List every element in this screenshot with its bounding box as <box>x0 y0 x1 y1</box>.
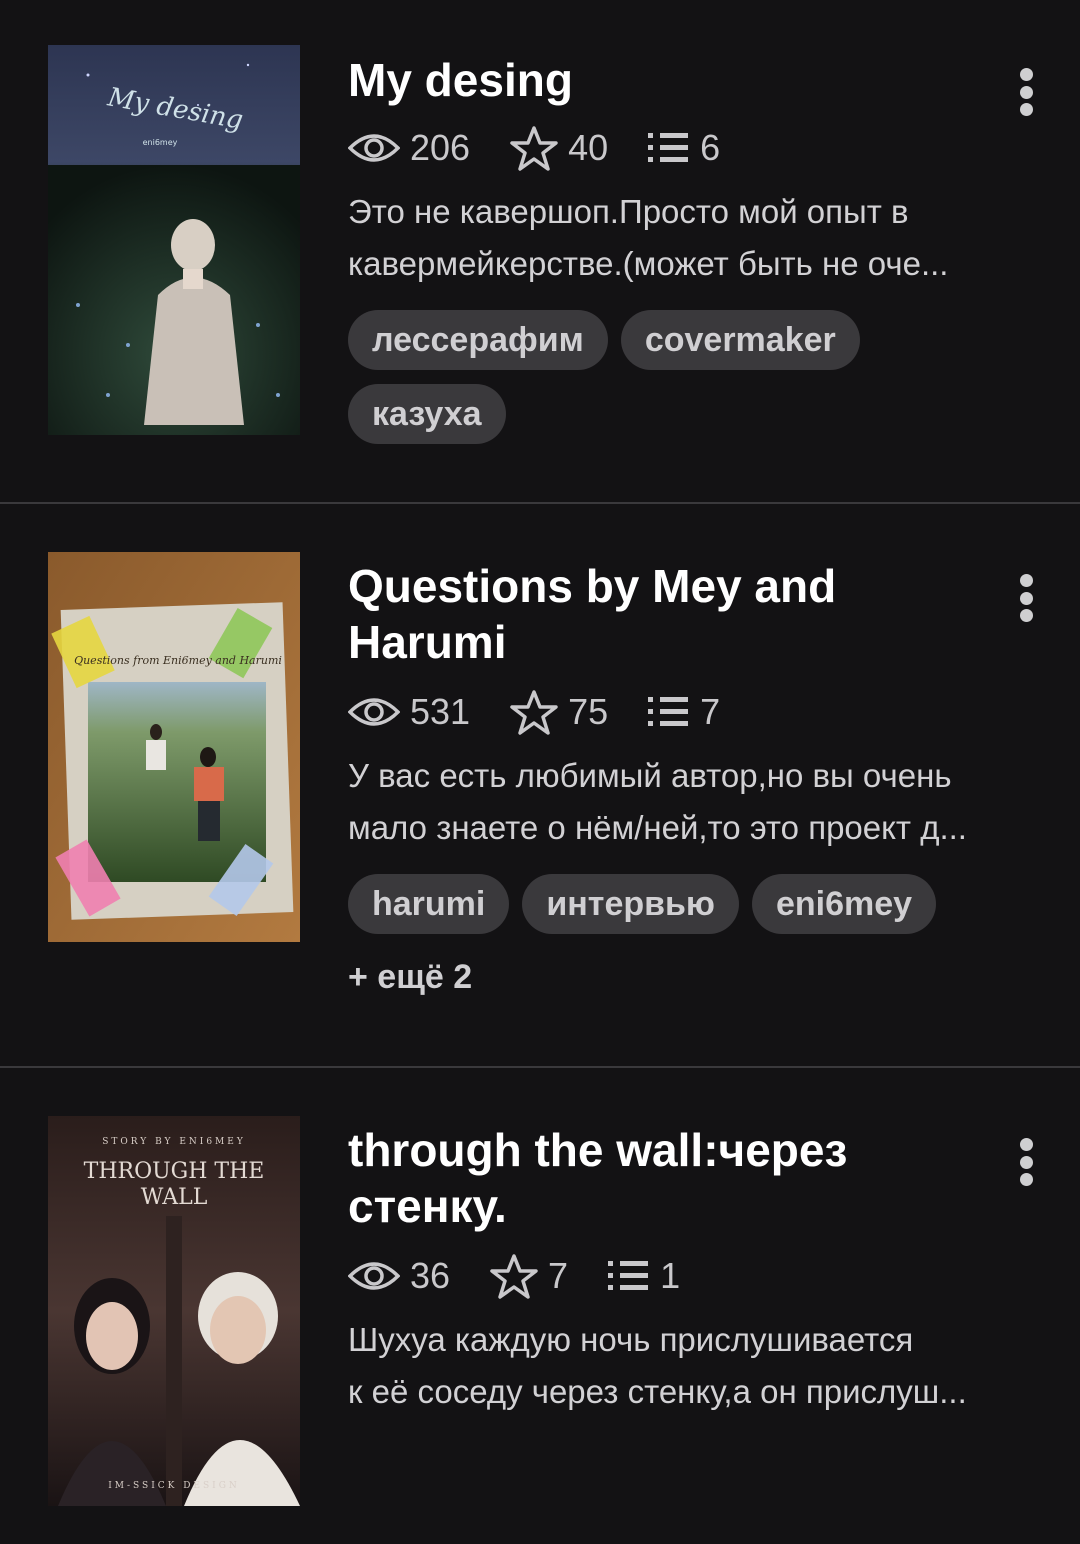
more-options-button[interactable] <box>1006 568 1046 628</box>
more-options-button[interactable] <box>1006 62 1046 122</box>
description-line: кавермейкерстве.(может быть не оче... <box>348 245 949 282</box>
parts-count: 7 <box>700 691 721 732</box>
parts-stat: 1 <box>608 1255 680 1297</box>
more-vertical-icon <box>1019 574 1033 587</box>
cover-credit: IM-SSICK DESIGN <box>108 1481 240 1491</box>
star-icon <box>490 1254 538 1299</box>
cover-credit: STORY BY ENI6MEY <box>102 1137 246 1147</box>
tag-chip[interactable]: казуха <box>348 384 506 444</box>
tag-list: лессерафим covermaker казуха <box>348 310 968 444</box>
story-stats: 531 75 7 <box>348 689 760 735</box>
description-line: к её соседу через стенку,а он прислуш... <box>348 1373 967 1410</box>
votes-stat: 40 <box>510 125 608 171</box>
star-icon <box>510 126 558 171</box>
cover-title: Questions from Eni6mey and Harumi <box>74 654 282 667</box>
views-count: 206 <box>410 127 471 168</box>
parts-stat: 7 <box>648 691 720 733</box>
more-tags-link[interactable]: + ещё 2 <box>348 958 472 997</box>
views-stat: 36 <box>348 1255 450 1297</box>
list-icon <box>648 697 689 726</box>
story-cover[interactable]: My desing eni6mey <box>48 45 300 435</box>
description-line: Шухуа каждую ночь прислушивается <box>348 1321 914 1358</box>
cover-author: eni6mey <box>143 138 178 147</box>
story-title[interactable]: My desing <box>348 52 968 108</box>
votes-count: 40 <box>568 127 609 168</box>
story-title[interactable]: through the wall:через стенку. <box>348 1122 968 1234</box>
list-icon <box>648 133 689 162</box>
description-line: У вас есть любимый автор,но вы очень <box>348 757 952 794</box>
divider <box>0 1066 1080 1068</box>
tag-list: harumi интервью eni6mey <box>348 874 968 934</box>
tag-chip[interactable]: covermaker <box>620 310 860 370</box>
parts-stat: 6 <box>648 127 720 169</box>
eye-icon <box>348 1262 400 1290</box>
more-options-button[interactable] <box>1006 1132 1046 1192</box>
star-icon <box>510 690 558 735</box>
views-stat: 206 <box>348 127 470 169</box>
tag-chip[interactable]: eni6mey <box>751 874 937 934</box>
divider <box>0 502 1080 504</box>
list-icon <box>608 1261 649 1290</box>
story-description: У вас есть любимый автор,но вы очень мал… <box>348 750 1038 854</box>
story-description: Это не кавершоп.Просто мой опыт в каверм… <box>348 186 1038 290</box>
votes-stat: 75 <box>510 689 608 735</box>
story-cover[interactable]: STORY BY ENI6MEY THROUGH THE WALL IM-SSI… <box>48 1116 300 1506</box>
parts-count: 6 <box>700 127 721 168</box>
story-stats: 36 7 1 <box>348 1253 720 1299</box>
votes-count: 7 <box>548 1255 569 1296</box>
story-stats: 206 40 6 <box>348 125 760 171</box>
cover-title: THROUGH THE <box>84 1159 265 1184</box>
more-vertical-icon <box>1019 1138 1033 1151</box>
views-count: 36 <box>410 1255 451 1296</box>
tag-chip[interactable]: harumi <box>348 874 510 934</box>
votes-count: 75 <box>568 691 609 732</box>
story-title[interactable]: Questions by Mey and Harumi <box>348 558 968 670</box>
eye-icon <box>348 698 400 726</box>
views-count: 531 <box>410 691 471 732</box>
parts-count: 1 <box>660 1255 681 1296</box>
eye-icon <box>348 134 400 162</box>
views-stat: 531 <box>348 691 470 733</box>
tag-chip[interactable]: лессерафим <box>348 310 608 370</box>
story-cover[interactable]: Questions from Eni6mey and Harumi <box>48 552 300 942</box>
story-description: Шухуа каждую ночь прислушивается к её со… <box>348 1314 1038 1418</box>
tag-chip[interactable]: интервью <box>522 874 739 934</box>
more-vertical-icon <box>1019 68 1033 81</box>
description-line: Это не кавершоп.Просто мой опыт в <box>348 193 909 230</box>
cover-title: WALL <box>141 1185 208 1210</box>
description-line: мало знаете о нём/ней,то это проект д... <box>348 809 967 846</box>
votes-stat: 7 <box>490 1253 568 1299</box>
